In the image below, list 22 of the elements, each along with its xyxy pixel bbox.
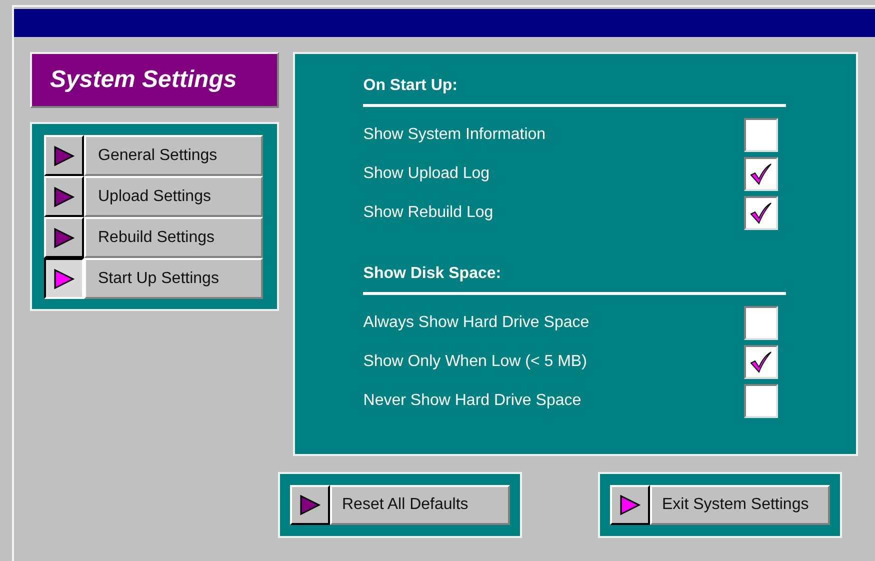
section-heading: On Start Up: bbox=[363, 77, 458, 94]
page-heading: System Settings bbox=[30, 52, 280, 108]
play-arrow-icon bbox=[53, 186, 75, 208]
checkbox[interactable] bbox=[744, 384, 778, 418]
checkbox[interactable] bbox=[744, 344, 778, 378]
option-label: Show Only When Low (< 5 MB) bbox=[363, 352, 587, 372]
play-arrow-icon bbox=[53, 268, 75, 290]
option-label: Show System Information bbox=[363, 124, 546, 144]
checkbox[interactable] bbox=[744, 156, 778, 190]
section-heading: Show Disk Space: bbox=[363, 265, 502, 282]
option-label: Show Rebuild Log bbox=[363, 202, 494, 222]
option-label: Show Upload Log bbox=[363, 164, 490, 184]
option-label: Never Show Hard Drive Space bbox=[363, 390, 582, 410]
option-label: Always Show Hard Drive Space bbox=[363, 312, 590, 332]
checkbox[interactable] bbox=[744, 196, 778, 230]
play-arrow-icon bbox=[53, 144, 75, 166]
check-icon bbox=[749, 162, 773, 184]
checkbox[interactable] bbox=[744, 118, 778, 152]
check-icon bbox=[749, 202, 773, 224]
check-icon bbox=[749, 350, 773, 372]
checkbox[interactable] bbox=[744, 306, 778, 340]
play-arrow-icon bbox=[53, 226, 75, 248]
